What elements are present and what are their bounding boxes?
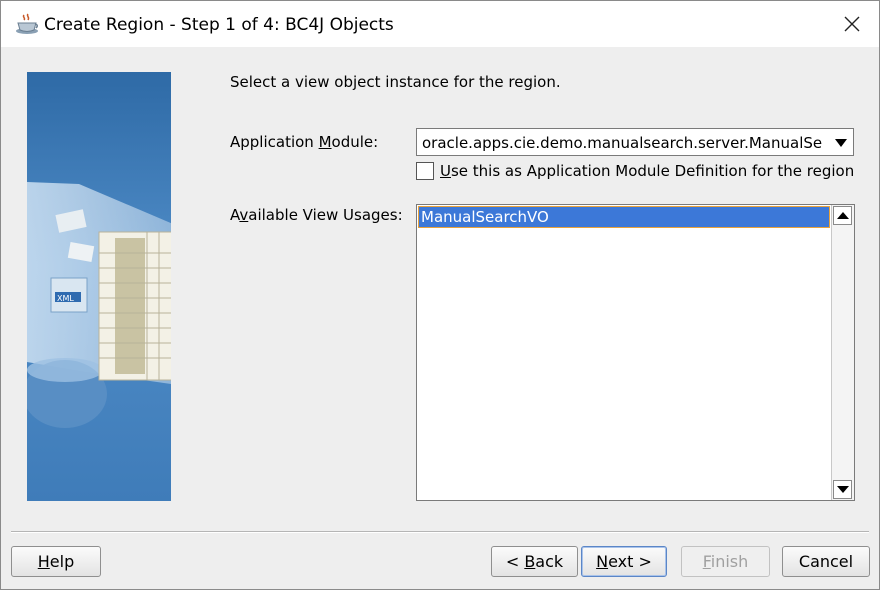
arrow-down-icon <box>837 486 849 493</box>
view-usages-list[interactable]: ManualSearchVO <box>416 204 855 501</box>
vertical-scrollbar[interactable] <box>831 205 854 500</box>
wizard-illustration: XML <box>27 72 171 501</box>
footer-separator <box>11 531 869 533</box>
close-icon[interactable] <box>839 11 865 37</box>
application-module-label: Application Module: <box>230 133 379 151</box>
application-module-value: oracle.apps.cie.demo.manualsearch.server… <box>422 134 822 152</box>
available-view-usages-label: Available View Usages: <box>230 206 403 224</box>
dialog-window: Create Region - Step 1 of 4: BC4J Object… <box>0 0 880 590</box>
help-button[interactable]: Help <box>11 546 101 577</box>
chevron-down-icon[interactable] <box>835 139 847 147</box>
instruction-text: Select a view object instance for the re… <box>230 73 561 91</box>
cancel-button[interactable]: Cancel <box>782 546 870 577</box>
am-definition-checkbox[interactable] <box>416 162 434 180</box>
scroll-up-button[interactable] <box>833 206 852 225</box>
application-module-combobox[interactable]: oracle.apps.cie.demo.manualsearch.server… <box>416 128 854 156</box>
am-definition-checkbox-label[interactable]: Use this as Application Module Definitio… <box>440 162 854 180</box>
next-button[interactable]: Next > <box>581 546 667 577</box>
window-title: Create Region - Step 1 of 4: BC4J Object… <box>44 15 394 35</box>
finish-button[interactable]: Finish <box>681 546 770 577</box>
list-item[interactable]: ManualSearchVO <box>418 206 830 228</box>
arrow-up-icon <box>837 212 849 219</box>
coffee-cup-icon <box>16 13 39 34</box>
title-bar: Create Region - Step 1 of 4: BC4J Object… <box>1 1 879 47</box>
xml-badge-text: XML <box>57 294 74 303</box>
back-button[interactable]: < Back <box>491 546 578 577</box>
scroll-down-button[interactable] <box>833 480 852 499</box>
